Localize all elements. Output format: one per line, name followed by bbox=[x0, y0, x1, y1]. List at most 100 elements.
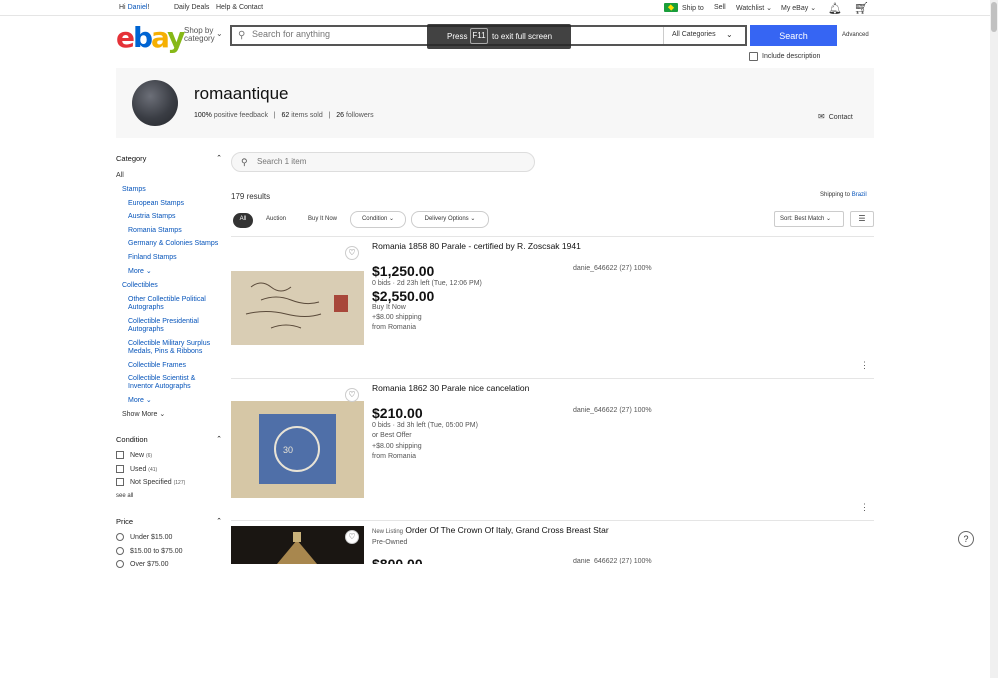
category-scientist-autographs-2[interactable]: Inventor Autographs bbox=[128, 382, 191, 391]
search-button[interactable]: Search bbox=[750, 25, 837, 46]
item-condition: Pre-Owned bbox=[372, 539, 408, 546]
checkbox-box[interactable] bbox=[749, 52, 758, 61]
medal-image bbox=[231, 526, 364, 564]
category-stamps[interactable]: Stamps bbox=[122, 185, 146, 194]
item-title-link[interactable]: Romania 1858 80 Parale - certified by R.… bbox=[372, 241, 581, 251]
store-name[interactable]: romaantique bbox=[194, 84, 289, 104]
condition-new-checkbox[interactable] bbox=[116, 451, 124, 459]
greeting: Hi Daniel! bbox=[119, 4, 149, 11]
store-stats: 100% positive feedback | 62 items sold |… bbox=[194, 112, 374, 119]
list-view-button[interactable]: ☰ bbox=[850, 211, 874, 227]
category-germany-stamps[interactable]: Germany & Colonies Stamps bbox=[128, 239, 218, 248]
chevron-down-icon: ⌄ bbox=[216, 29, 223, 38]
price-mid-radio[interactable] bbox=[116, 547, 124, 555]
more-actions-icon[interactable]: ⋮ bbox=[860, 360, 869, 371]
item-shipping: +$8.00 shipping bbox=[372, 443, 422, 450]
notification-bell-icon[interactable]: 🔔︎ bbox=[828, 2, 842, 15]
greeting-end: ! bbox=[147, 4, 150, 11]
chevron-down-icon: ⌄ bbox=[810, 5, 817, 12]
category-collectibles[interactable]: Collectibles bbox=[122, 281, 158, 290]
item-title-link[interactable]: Romania 1862 30 Parale nice cancelation bbox=[372, 383, 529, 393]
shipping-country-link[interactable]: Brazil bbox=[852, 192, 867, 198]
delivery-options-button[interactable]: Delivery Options ⌄ bbox=[411, 211, 489, 228]
search-divider bbox=[663, 27, 664, 44]
more-label: More bbox=[128, 397, 144, 404]
item-thumbnail[interactable] bbox=[231, 242, 364, 372]
advanced-search-link[interactable]: Advanced bbox=[842, 32, 869, 38]
category-political-autographs-2[interactable]: Autographs bbox=[128, 303, 164, 312]
fullscreen-exit-text: to exit full screen bbox=[492, 32, 553, 41]
category-finland-stamps[interactable]: Finland Stamps bbox=[128, 253, 177, 262]
price-over-radio[interactable] bbox=[116, 560, 124, 568]
help-contact-link[interactable]: Help & Contact bbox=[216, 4, 263, 11]
chevron-up-icon: ⌃ bbox=[216, 155, 222, 162]
brazil-flag-icon[interactable] bbox=[664, 3, 678, 12]
watchlist-label: Watchlist bbox=[736, 5, 765, 12]
item-title-link[interactable]: Order Of The Crown Of Italy, Grand Cross… bbox=[405, 525, 608, 535]
shop-by-category-button[interactable]: Shop by category ⌄ bbox=[184, 27, 223, 43]
user-name-link[interactable]: Daniel bbox=[128, 4, 148, 11]
item-shipping: +$8.00 shipping bbox=[372, 314, 422, 321]
daily-deals-link[interactable]: Daily Deals bbox=[174, 4, 209, 11]
scrollbar-thumb[interactable] bbox=[991, 2, 997, 32]
tab-all[interactable]: All bbox=[233, 213, 253, 228]
store-search-input[interactable] bbox=[257, 157, 457, 166]
my-ebay-link[interactable]: My eBay ⌄ bbox=[781, 4, 816, 12]
price-heading[interactable]: Price ⌃ bbox=[116, 517, 224, 526]
condition-not-specified-checkbox[interactable] bbox=[116, 478, 124, 486]
ebay-logo[interactable]: ebay bbox=[116, 21, 185, 54]
item-price: $1,250.00 bbox=[372, 263, 435, 279]
see-all-conditions-link[interactable]: see all bbox=[116, 492, 133, 501]
condition-heading[interactable]: Condition ⌃ bbox=[116, 435, 224, 444]
shop-by-line2: category bbox=[184, 34, 215, 43]
price-over-label: Over $75.00 bbox=[130, 561, 169, 568]
tab-buy-it-now[interactable]: Buy It Now bbox=[300, 213, 345, 228]
price-under-radio[interactable] bbox=[116, 533, 124, 541]
item-thumbnail[interactable] bbox=[231, 526, 364, 564]
show-more-button[interactable]: Show More ⌄ bbox=[122, 410, 165, 419]
more-actions-icon[interactable]: ⋮ bbox=[860, 502, 869, 513]
shipping-to: Shipping to Brazil bbox=[820, 192, 867, 198]
condition-label: New bbox=[130, 452, 145, 459]
category-european-stamps[interactable]: European Stamps bbox=[128, 199, 184, 208]
category-heading[interactable]: Category ⌃ bbox=[116, 154, 224, 163]
category-presidential-autographs-2[interactable]: Autographs bbox=[128, 325, 164, 334]
watch-heart-icon[interactable]: ♡ bbox=[345, 388, 359, 402]
category-all[interactable]: All bbox=[116, 171, 124, 180]
tab-auction[interactable]: Auction bbox=[259, 213, 293, 228]
help-button[interactable]: ? bbox=[958, 531, 974, 547]
items-sold-label: items sold bbox=[291, 112, 323, 119]
stamp-image: 30 bbox=[231, 384, 364, 514]
item-thumbnail[interactable]: 30 bbox=[231, 384, 364, 514]
svg-text:30: 30 bbox=[283, 445, 293, 455]
scrollbar[interactable] bbox=[990, 0, 998, 678]
sort-dropdown[interactable]: Sort: Best Match ⌄ bbox=[774, 211, 844, 227]
search-input[interactable] bbox=[252, 29, 452, 39]
store-avatar[interactable] bbox=[132, 80, 178, 126]
condition-filter-button[interactable]: Condition ⌄ bbox=[350, 211, 406, 228]
fullscreen-notice: Press F11 to exit full screen bbox=[427, 24, 571, 49]
watch-heart-icon[interactable]: ♡ bbox=[345, 246, 359, 260]
sell-link[interactable]: Sell bbox=[714, 4, 726, 11]
category-collectible-frames[interactable]: Collectible Frames bbox=[128, 361, 186, 370]
item-price: $800.00 bbox=[372, 556, 423, 564]
items-sold-count: 62 bbox=[281, 112, 290, 119]
more-stamps-button[interactable]: More ⌄ bbox=[128, 267, 152, 276]
contact-button[interactable]: ✉ Contact bbox=[818, 112, 853, 121]
condition-count: (41) bbox=[148, 467, 158, 473]
condition-used-label: Used (41) bbox=[130, 465, 157, 475]
watchlist-link[interactable]: Watchlist ⌄ bbox=[736, 4, 772, 12]
condition-used-checkbox[interactable] bbox=[116, 465, 124, 473]
cart-icon[interactable]: 🛒︎ bbox=[854, 1, 869, 15]
category-romania-stamps[interactable]: Romania Stamps bbox=[128, 226, 182, 235]
feedback-label: positive feedback bbox=[213, 112, 268, 119]
condition-filter-label: Condition bbox=[361, 216, 388, 222]
ship-to-link[interactable]: Ship to bbox=[682, 5, 704, 12]
category-military-surplus-2[interactable]: Medals, Pins & Ribbons bbox=[128, 347, 202, 356]
category-austria-stamps[interactable]: Austria Stamps bbox=[128, 212, 175, 221]
more-collectibles-button[interactable]: More ⌄ bbox=[128, 396, 152, 405]
envelope-icon: ✉ bbox=[818, 112, 825, 121]
category-select[interactable]: All Categories bbox=[672, 31, 716, 38]
chevron-down-icon: ⌄ bbox=[470, 216, 476, 222]
watch-heart-icon[interactable]: ♡ bbox=[345, 530, 359, 544]
